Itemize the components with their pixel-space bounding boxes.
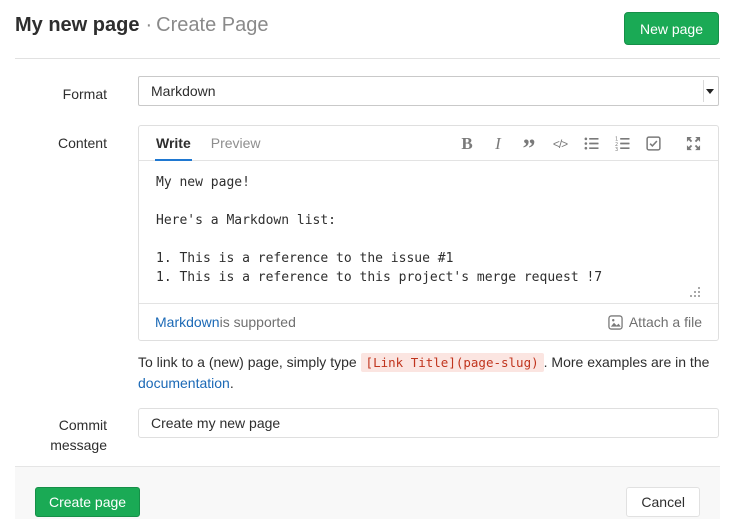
editor-toolbar: Write Preview B I ” </> 1 2 3 (139, 126, 718, 161)
create-wiki-page-screen: My new page·Create Page New page Format … (0, 0, 735, 519)
bold-icon[interactable]: B (458, 126, 476, 161)
create-page-button[interactable]: Create page (35, 487, 140, 517)
form-actions-bar: Create page Cancel (15, 466, 720, 519)
page-title: My new page (15, 14, 139, 36)
link-hint-text: To link to a (new) page, simply type [Li… (138, 352, 721, 393)
editor-textarea-wrapper: My new page! Here's a Markdown list: 1. … (139, 161, 718, 304)
italic-icon[interactable]: I (489, 126, 507, 161)
title-separator: · (145, 14, 152, 36)
content-label: Content (0, 133, 107, 153)
bullet-list-icon[interactable] (582, 126, 600, 161)
markdown-supported-text: is supported (220, 314, 296, 330)
code-icon[interactable]: </> (551, 126, 569, 161)
quote-icon[interactable]: ” (520, 126, 538, 161)
content-textarea[interactable]: My new page! Here's a Markdown list: 1. … (139, 161, 718, 303)
link-syntax-code: [Link Title](page-slug) (361, 353, 544, 372)
page-subtitle: Create Page (156, 14, 268, 36)
page-header: My new page ·Create Page New page (15, 14, 719, 48)
attach-image-icon (608, 315, 623, 330)
attach-file-button[interactable]: Attach a file (608, 314, 702, 330)
tab-preview[interactable]: Preview (210, 126, 262, 161)
markdown-editor: Write Preview B I ” </> 1 2 3 (138, 125, 719, 341)
editor-footer: Markdown is supported Attach a file (139, 304, 718, 340)
attach-file-label: Attach a file (629, 314, 702, 330)
tab-write[interactable]: Write (155, 126, 192, 161)
format-select-wrapper: Markdown (138, 76, 719, 106)
fullscreen-icon[interactable] (684, 126, 702, 161)
markdown-help-link[interactable]: Markdown (155, 314, 220, 330)
commit-message-input[interactable] (138, 408, 719, 438)
numbered-list-icon[interactable]: 1 2 3 (613, 126, 631, 161)
header-divider (15, 58, 720, 59)
format-select[interactable]: Markdown (138, 76, 719, 106)
documentation-link[interactable]: documentation (138, 375, 230, 391)
cancel-button[interactable]: Cancel (626, 487, 700, 517)
format-label: Format (0, 84, 107, 104)
resize-grip-icon[interactable] (690, 295, 692, 297)
new-page-button[interactable]: New page (624, 12, 719, 45)
task-list-icon[interactable] (644, 126, 662, 161)
toolbar-spacer (262, 126, 445, 160)
svg-text:3: 3 (615, 147, 618, 151)
commit-message-label: Commit message (0, 415, 107, 455)
